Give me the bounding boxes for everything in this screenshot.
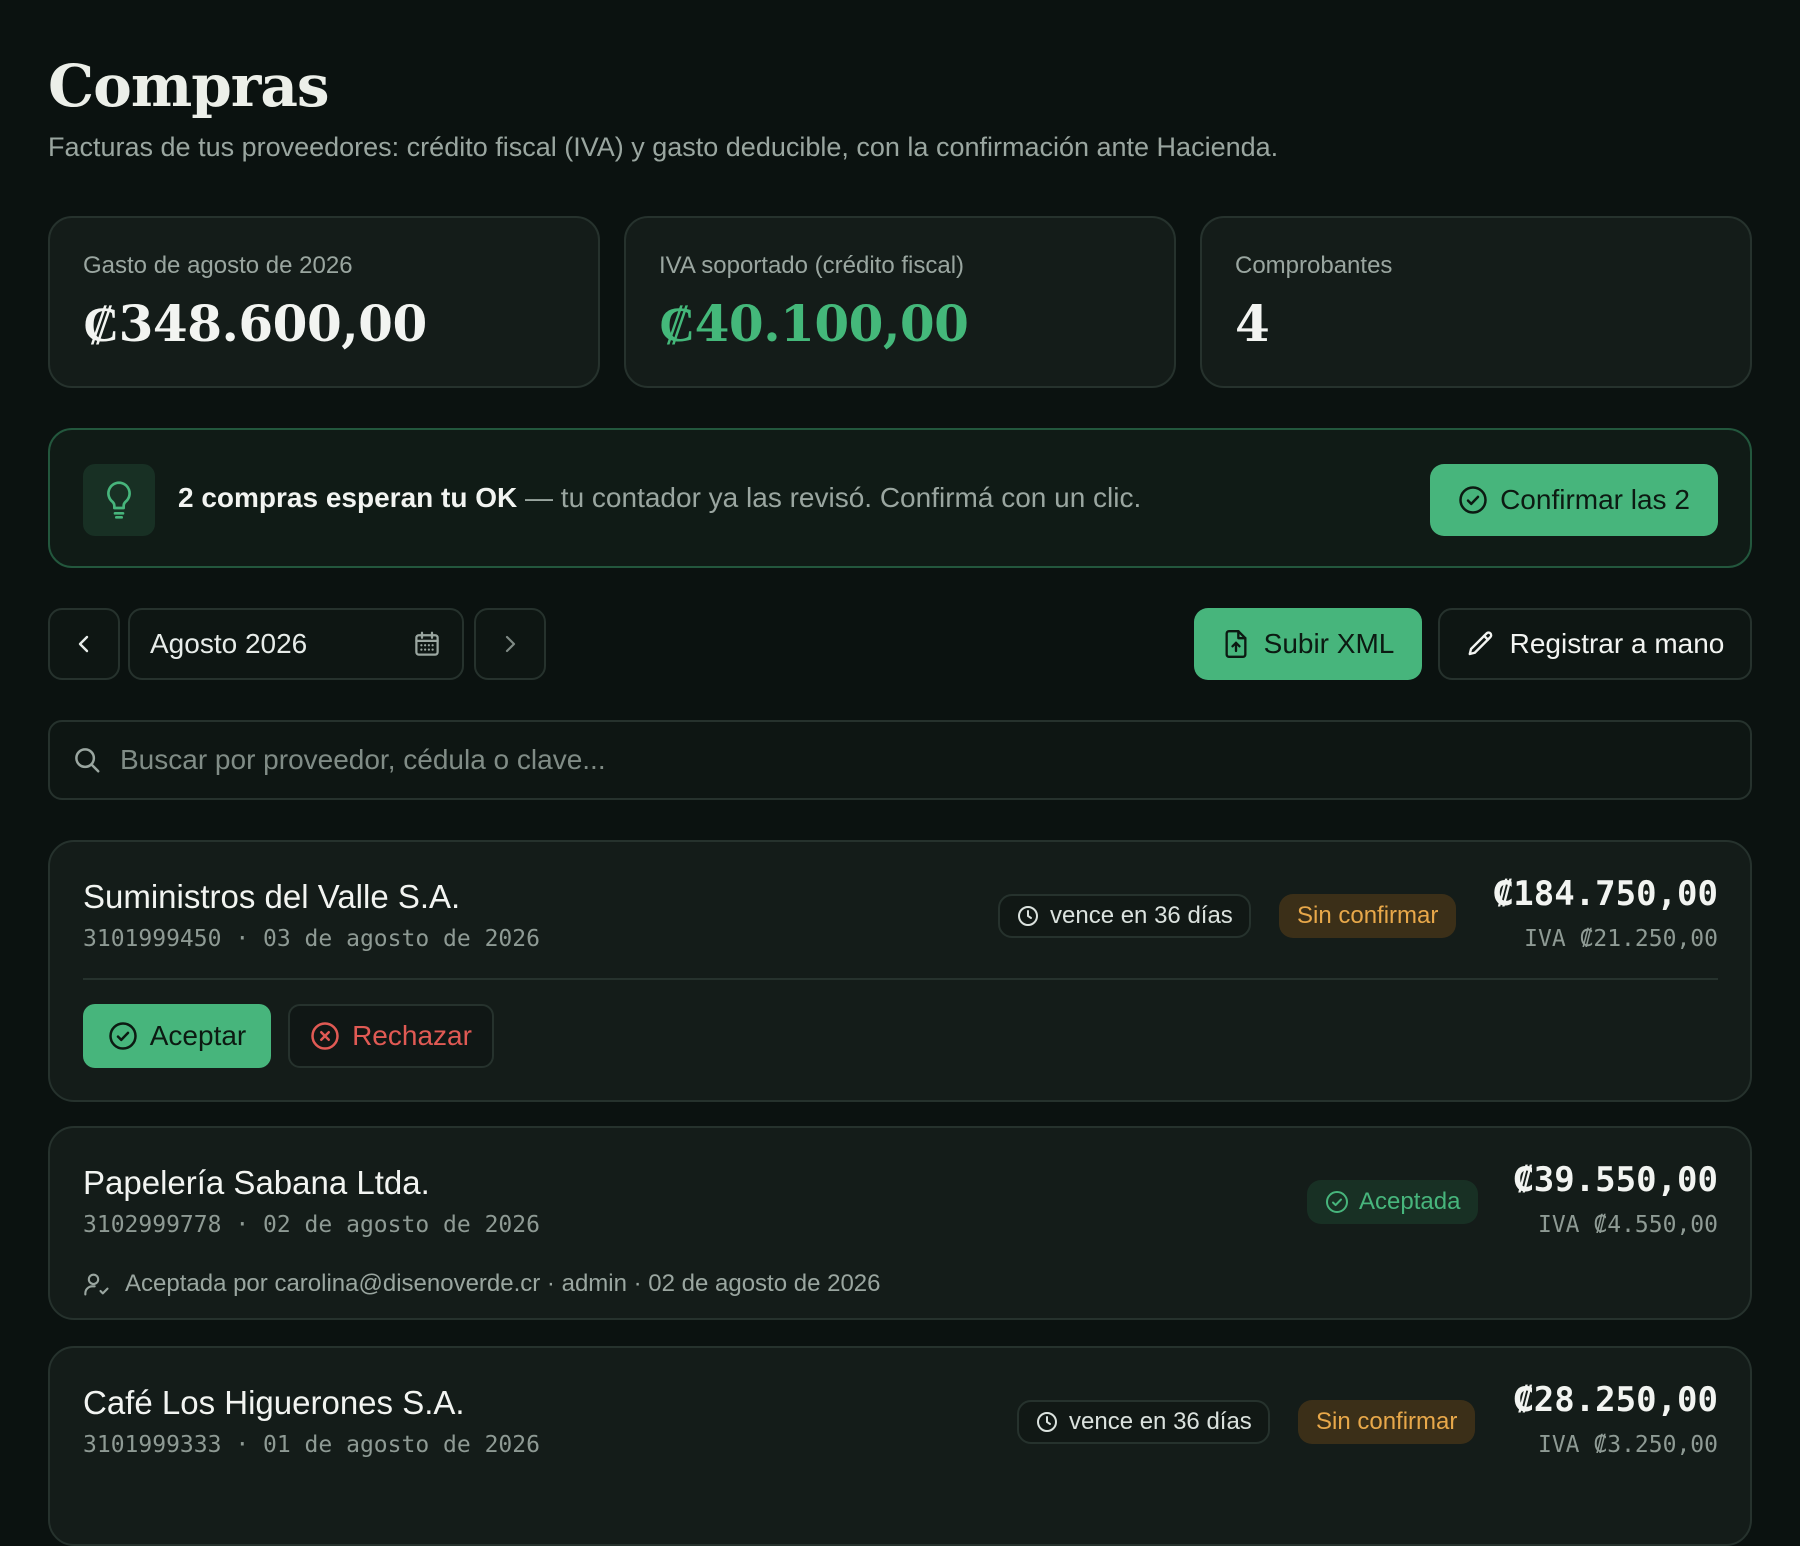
upload-xml-label: Subir XML [1263,628,1395,659]
clock-icon [1018,906,1038,926]
stat-card-expense: Gasto de agosto de 2026 ₡348.600,00 [48,216,600,388]
upload-xml-button[interactable]: Subir XML [1194,608,1422,680]
callout-message: 2 compras esperan tu OK — tu contador ya… [178,482,1141,514]
search-bar [48,720,1752,800]
stats-row: Gasto de agosto de 2026 ₡348.600,00 IVA … [48,216,1752,388]
invoice-meta: 3101999333 · 01 de agosto de 2026 [83,1432,540,1458]
stat-value: ₡40.100,00 [659,294,969,353]
calendar-icon [415,631,439,656]
check-circle-icon [109,1022,137,1050]
lightbulb-icon [83,464,155,536]
invoice-card: Café Los Higuerones S.A. 3101999333 · 01… [48,1346,1752,1546]
callout-rest: — tu contador ya las revisó. Confirmá co… [517,482,1142,513]
due-badge: vence en 36 días [998,894,1251,938]
reject-label: Rechazar [352,1020,472,1051]
supplier-name: Café Los Higuerones S.A. [83,1384,465,1421]
status-badge: Sin confirmar [1279,894,1457,938]
file-upload-icon [1225,630,1247,658]
card-divider [83,978,1718,980]
stat-label: Comprobantes [1235,252,1393,279]
pencil-icon [1468,631,1492,656]
supplier-name: Papelería Sabana Ltda. [83,1164,430,1201]
invoice-meta: 3101999450 · 03 de agosto de 2026 [83,926,540,952]
invoice-amount: ₡184.750,00 [1492,874,1718,914]
invoice-iva: IVA ₡21.250,00 [1524,926,1718,952]
month-picker-value: Agosto 2026 [150,628,308,659]
stat-label: Gasto de agosto de 2026 [83,252,353,279]
search-input[interactable] [120,744,1728,776]
search-icon [75,748,100,773]
status-label: Aceptada [1359,1188,1461,1215]
month-picker[interactable]: Agosto 2026 [128,608,464,680]
due-badge: vence en 36 días [1017,1400,1270,1444]
stat-card-receipts: Comprobantes 4 [1200,216,1752,388]
chevron-right-icon [505,635,516,653]
check-circle-icon [1459,486,1487,514]
invoice-meta: 3102999778 · 02 de agosto de 2026 [83,1212,540,1238]
due-label: vence en 36 días [1069,1408,1252,1435]
stat-value: 4 [1235,294,1270,353]
pending-confirmation-callout: 2 compras esperan tu OK — tu contador ya… [48,428,1752,568]
stat-value: ₡348.600,00 [83,294,427,353]
reject-button[interactable]: Rechazar [288,1004,494,1068]
invoice-card: Suministros del Valle S.A. 3101999450 · … [48,840,1752,1102]
invoice-amount: ₡28.250,00 [1513,1380,1718,1420]
invoice-iva: IVA ₡4.550,00 [1537,1212,1718,1238]
invoice-card: Papelería Sabana Ltda. 3102999778 · 02 d… [48,1126,1752,1320]
confirm-all-label: Confirmar las 2 [1500,484,1690,515]
check-circle-icon [1326,1191,1348,1213]
accept-label: Aceptar [149,1020,247,1051]
stat-label: IVA soportado (crédito fiscal) [659,252,965,279]
page-subtitle: Facturas de tus proveedores: crédito fis… [48,132,1279,162]
accept-button[interactable]: Aceptar [83,1004,271,1068]
accepted-by-info: Aceptada por carolina@disenoverde.cr · a… [83,1270,881,1298]
register-manually-button[interactable]: Registrar a mano [1438,608,1752,680]
chevron-left-icon [78,635,89,653]
stat-card-iva: IVA soportado (crédito fiscal) ₡40.100,0… [624,216,1176,388]
invoice-amount: ₡39.550,00 [1513,1160,1718,1200]
register-manually-label: Registrar a mano [1509,628,1725,659]
clock-icon [1037,1412,1057,1432]
page-title: Compras [48,52,330,120]
toolbar: Agosto 2026 Subir XML Registrar a mano [48,608,1752,680]
previous-month-button[interactable] [48,608,120,680]
next-month-button[interactable] [474,608,546,680]
invoice-iva: IVA ₡3.250,00 [1537,1432,1718,1458]
supplier-name: Suministros del Valle S.A. [83,878,461,915]
confirm-all-button[interactable]: Confirmar las 2 [1430,464,1718,536]
accepted-by-label: Aceptada por carolina@disenoverde.cr · a… [125,1270,881,1297]
user-check-icon [84,1273,109,1296]
callout-strong: 2 compras esperan tu OK [178,482,518,513]
status-badge: Aceptada [1307,1180,1479,1224]
status-badge: Sin confirmar [1298,1400,1476,1444]
x-circle-icon [311,1022,339,1050]
due-label: vence en 36 días [1050,902,1233,929]
